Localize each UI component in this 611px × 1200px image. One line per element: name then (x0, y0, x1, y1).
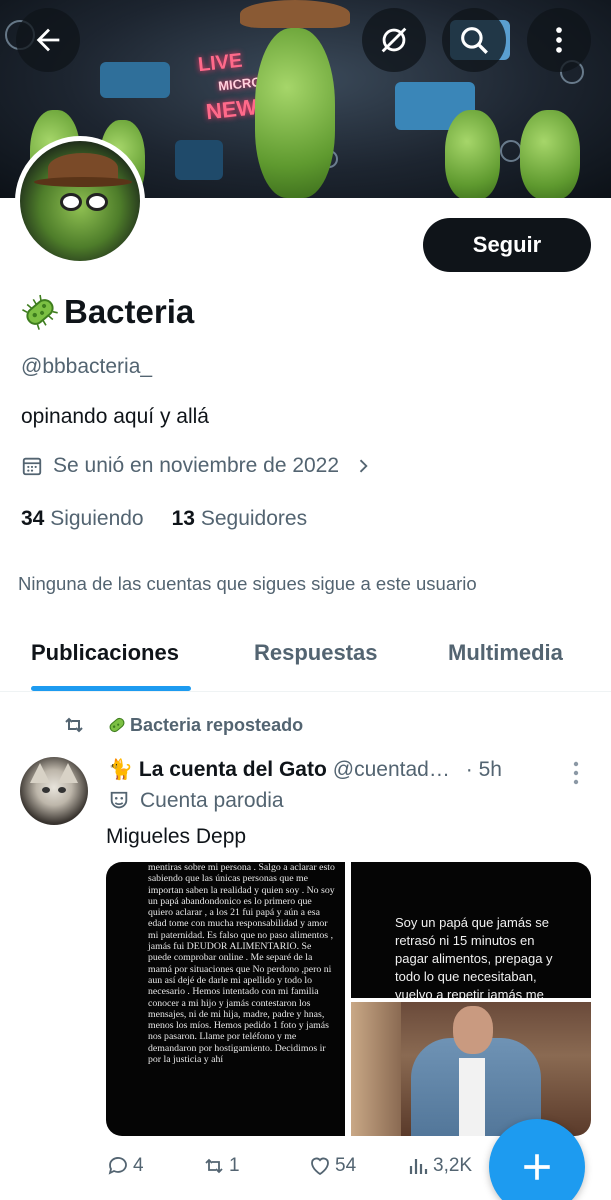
like-count: 54 (335, 1155, 357, 1176)
banner-screen (175, 140, 223, 180)
microbe-icon (22, 294, 58, 330)
followers-label: Seguidores (200, 507, 308, 530)
repost-icon (205, 1158, 223, 1174)
repost-icon (65, 717, 83, 733)
views-count: 3,2K (433, 1155, 473, 1176)
post-actions: 4 1 54 3,2K (106, 1154, 496, 1184)
media-image-text-statement[interactable]: mentiras sobre mi persona . Salgo a acla… (106, 862, 345, 1136)
media-image-photo[interactable] (351, 1002, 591, 1136)
search-button[interactable] (442, 8, 506, 72)
active-tab-indicator (31, 686, 191, 691)
followers-count: 13 (171, 507, 195, 530)
views-chart-icon (409, 1159, 428, 1174)
hide-button[interactable] (362, 8, 426, 72)
profile-name: Bacteria (64, 293, 195, 330)
mutual-followers-note: Ninguna de las cuentas que sigues sigue … (18, 573, 477, 594)
heart-icon (311, 1157, 329, 1176)
avatar-eye (60, 193, 82, 211)
reply-button[interactable]: 4 (106, 1154, 144, 1178)
post-time[interactable]: · 5h (466, 758, 502, 782)
banner-character (520, 110, 580, 198)
search-icon (461, 27, 488, 54)
calendar-icon (22, 457, 42, 476)
avatar-hat-brim (34, 177, 132, 187)
tab-respuestas[interactable]: Respuestas (254, 640, 378, 666)
tab-publicaciones[interactable]: Publicaciones (31, 640, 179, 666)
post-more-icon[interactable] (568, 760, 584, 786)
cat-ear (30, 763, 50, 783)
photo-shirt (459, 1058, 485, 1136)
following-label: Siguiendo (50, 507, 144, 530)
followers-link[interactable]: 13 Seguidores (172, 507, 307, 531)
banner-character (445, 110, 500, 198)
eye-slash-icon (381, 27, 407, 53)
plus-icon (524, 1154, 550, 1180)
banner-sign-live: LIVE (196, 49, 244, 77)
views-button[interactable]: 3,2K (406, 1154, 472, 1178)
banner-screen (100, 62, 170, 98)
chevron-right-icon (359, 459, 368, 473)
joined-date[interactable]: Se unió en noviembre de 2022 (21, 454, 373, 478)
theater-mask-icon (110, 791, 128, 809)
media-image-text-quote[interactable]: Soy un papá que jamás se retrasó ni 15 m… (351, 862, 591, 998)
profile-avatar[interactable] (15, 136, 145, 266)
avatar-eye (86, 193, 108, 211)
following-count: 34 (21, 507, 45, 530)
repost-button[interactable]: 1 (202, 1154, 240, 1178)
back-button[interactable] (16, 8, 80, 72)
vertical-dots-icon (556, 27, 562, 53)
cat-ear (58, 763, 78, 783)
cat-emoji: 🐈 (108, 759, 133, 781)
profile-handle: @bbbacteria_ (21, 355, 153, 378)
banner-character-main (255, 28, 335, 198)
reply-icon (108, 1157, 127, 1175)
follow-counts: 34 Siguiendo 13 Seguidores (21, 507, 307, 531)
microbe-icon (109, 717, 125, 733)
arrow-left-icon (36, 28, 60, 52)
profile-tabs: Publicaciones Respuestas Multimedia (0, 620, 611, 692)
following-link[interactable]: 34 Siguiendo (21, 507, 144, 531)
post-author-avatar[interactable] (20, 757, 88, 825)
post-text: Migueles Depp (106, 825, 247, 848)
post-author-name[interactable]: La cuenta del Gato (139, 758, 327, 782)
profile-name-row: Bacteria (20, 292, 194, 332)
more-button[interactable] (527, 8, 591, 72)
photo-staircase (351, 1002, 401, 1136)
profile-bio: opinando aquí y allá (21, 405, 209, 428)
post-header: 🐈 La cuenta del Gato @cuentadel... · 5h (108, 757, 598, 782)
parody-label: Cuenta parodia (140, 789, 284, 812)
joined-text: Se unió en noviembre de 2022 (53, 454, 340, 477)
photo-head (453, 1006, 493, 1054)
repost-indicator[interactable]: Bacteria reposteado (62, 713, 303, 737)
post-media-grid[interactable]: mentiras sobre mi persona . Salgo a acla… (106, 862, 591, 1136)
post-author-handle[interactable]: @cuentadel... (333, 758, 458, 782)
repost-label: Bacteria reposteado (130, 714, 304, 735)
tab-multimedia[interactable]: Multimedia (448, 640, 563, 666)
cat-eye (58, 787, 66, 793)
cat-eye (42, 787, 50, 793)
follow-button[interactable]: Seguir (423, 218, 591, 272)
banner-bubble (500, 140, 522, 162)
repost-count: 1 (229, 1155, 240, 1176)
banner-character-hat (240, 0, 350, 28)
parody-label-row: Cuenta parodia (108, 789, 284, 813)
like-button[interactable]: 54 (308, 1154, 356, 1178)
reply-count: 4 (133, 1155, 144, 1176)
